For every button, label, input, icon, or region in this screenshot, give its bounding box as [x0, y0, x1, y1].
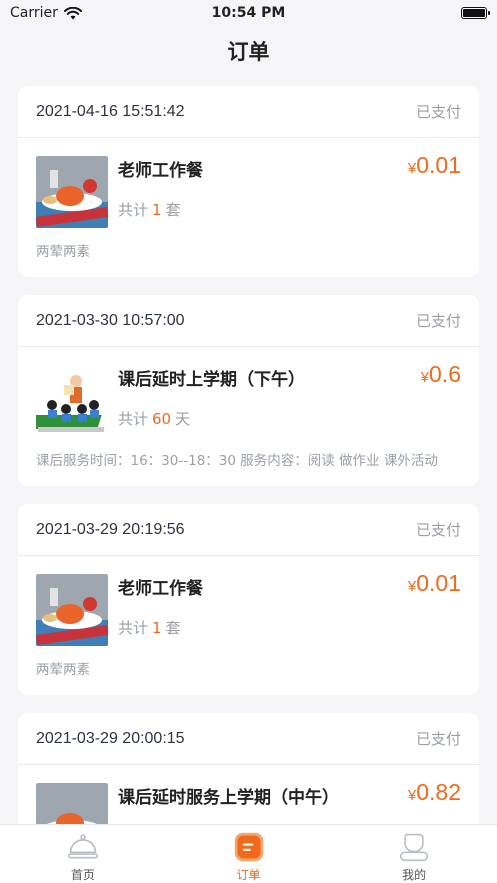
order-price: ¥0.01 [408, 152, 461, 179]
meal-thumbnail [36, 156, 108, 228]
count-unit: 套 [165, 619, 181, 637]
count-unit: 套 [165, 201, 181, 219]
profile-icon [400, 833, 429, 862]
order-list-icon [234, 832, 263, 862]
order-status: 已支付 [415, 521, 461, 539]
class-thumbnail [36, 365, 108, 437]
order-price: ¥0.82 [408, 779, 461, 806]
meal-thumbnail [36, 574, 108, 646]
order-note: 两荤两素 [36, 244, 90, 260]
order-list[interactable]: 2021-04-16 15:51:42 已支付 老师工作餐 共计 1 套 ¥0.… [18, 86, 479, 824]
order-card[interactable]: 2021-03-30 10:57:00 已支付 课后延时上学期（下午） 共计 6… [18, 295, 479, 486]
tab-label: 订单 [236, 868, 261, 882]
tab-label: 我的 [402, 868, 427, 882]
order-item[interactable]: 老师工作餐 共计 1 套 ¥0.01 [18, 138, 479, 230]
currency-symbol: ¥ [407, 160, 417, 177]
order-header: 2021-03-29 20:00:15 已支付 [18, 713, 479, 765]
order-item-title: 老师工作餐 [118, 161, 203, 181]
price-amount: 0.82 [416, 779, 461, 805]
order-item-count: 共计 1 套 [118, 617, 181, 638]
order-card[interactable]: 2021-04-16 15:51:42 已支付 老师工作餐 共计 1 套 ¥0.… [18, 86, 479, 277]
order-datetime: 2021-03-30 10:57:00 [36, 311, 185, 329]
tab-orders[interactable]: 订单 [166, 825, 332, 883]
order-datetime: 2021-03-29 20:00:15 [36, 729, 185, 747]
wifi-icon [63, 6, 82, 19]
tab-home[interactable]: 首页 [0, 825, 166, 883]
count-prefix: 共计 [118, 619, 149, 637]
tab-label: 首页 [70, 868, 95, 882]
count-value: 1 [152, 201, 162, 219]
order-header: 2021-04-16 15:51:42 已支付 [18, 86, 479, 138]
count-prefix: 共计 [118, 201, 149, 219]
count-prefix: 共计 [118, 410, 149, 428]
order-status: 已支付 [415, 730, 461, 748]
order-price: ¥0.6 [421, 361, 461, 388]
order-item[interactable]: 老师工作餐 共计 1 套 ¥0.01 [18, 556, 479, 648]
currency-symbol: ¥ [407, 578, 417, 595]
currency-symbol: ¥ [420, 369, 430, 386]
battery-icon [461, 7, 490, 19]
order-note: 课后服务时间：16：30--18：30 服务内容：阅读 做作业 课外活动 [36, 453, 438, 469]
order-item-count: 共计 60 天 [118, 408, 190, 429]
order-item[interactable]: 课后延时上学期（下午） 共计 60 天 ¥0.6 [18, 347, 479, 439]
order-datetime: 2021-04-16 15:51:42 [36, 102, 185, 120]
price-amount: 0.6 [429, 361, 461, 387]
order-item-title: 课后延时上学期（下午） [118, 370, 305, 390]
count-value: 1 [152, 619, 162, 637]
order-item[interactable]: 课后延时服务上学期（中午） ¥0.82 [18, 765, 479, 824]
order-datetime: 2021-03-29 20:19:56 [36, 520, 185, 538]
cloche-icon [67, 834, 98, 859]
order-header: 2021-03-30 10:57:00 已支付 [18, 295, 479, 347]
order-item-title: 老师工作餐 [118, 579, 203, 599]
order-price: ¥0.01 [408, 570, 461, 597]
carrier-label: Carrier [10, 5, 58, 21]
price-amount: 0.01 [416, 152, 461, 178]
order-card[interactable]: 2021-03-29 20:00:15 已支付 课后延时服务上学期（中午） ¥0… [18, 713, 479, 824]
order-status: 已支付 [415, 103, 461, 121]
price-amount: 0.01 [416, 570, 461, 596]
tab-bar: 首页 订单 我的 [0, 824, 497, 883]
currency-symbol: ¥ [407, 787, 417, 804]
count-value: 60 [152, 410, 172, 428]
order-item-title: 课后延时服务上学期（中午） [118, 788, 339, 808]
count-unit: 天 [175, 410, 191, 428]
tab-profile[interactable]: 我的 [331, 825, 497, 883]
page-title: 订单 [227, 40, 270, 64]
order-status: 已支付 [415, 312, 461, 330]
order-item-count: 共计 1 套 [118, 199, 181, 220]
order-card[interactable]: 2021-03-29 20:19:56 已支付 老师工作餐 共计 1 套 ¥0.… [18, 504, 479, 695]
order-header: 2021-03-29 20:19:56 已支付 [18, 504, 479, 556]
status-bar: Carrier [0, 0, 497, 26]
order-note: 两荤两素 [36, 662, 90, 678]
meal-thumbnail [36, 783, 108, 824]
